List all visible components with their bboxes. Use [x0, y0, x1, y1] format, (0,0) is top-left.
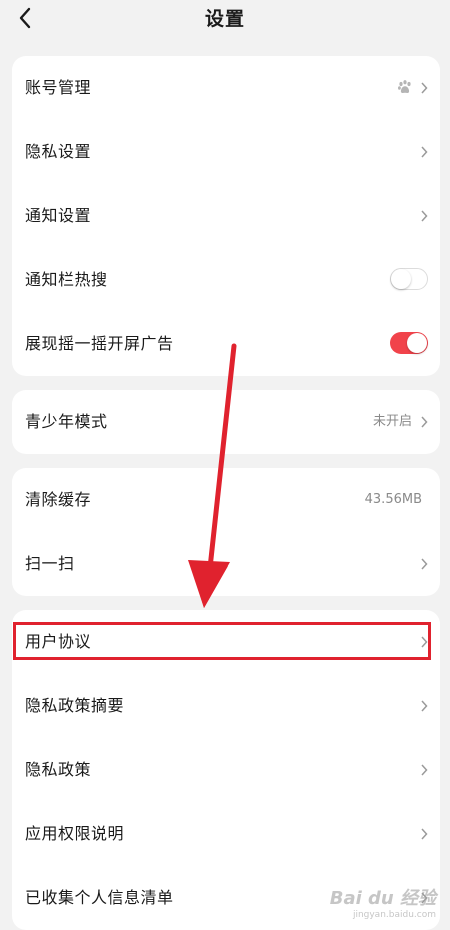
- chevron-right-icon: [421, 416, 428, 428]
- chevron-right-icon: [421, 558, 428, 570]
- row-label: 通知栏热搜: [25, 270, 108, 289]
- row-label: 展现摇一摇开屏广告: [25, 334, 174, 353]
- chevron-right-icon: [421, 828, 428, 840]
- account-management-row[interactable]: 账号管理: [12, 56, 440, 120]
- toggle-knob: [407, 333, 427, 353]
- page-title: 设置: [204, 8, 245, 30]
- row-label: 隐私设置: [25, 142, 92, 161]
- settings-group-account: 账号管理 隐私设置 通知设置 通知栏热搜 展现摇一摇开屏广告: [12, 56, 440, 376]
- hot-search-toggle[interactable]: [390, 268, 428, 290]
- row-label: 通知设置: [25, 206, 92, 225]
- chevron-right-icon: [421, 700, 428, 712]
- row-label: 账号管理: [25, 78, 92, 97]
- youth-mode-status: 未开启: [372, 414, 412, 429]
- row-label: 隐私政策: [25, 760, 92, 779]
- chevron-right-icon: [421, 764, 428, 776]
- row-label: 扫一扫: [25, 554, 75, 573]
- shake-ad-toggle[interactable]: [390, 332, 428, 354]
- privacy-policy-row[interactable]: 隐私政策: [12, 738, 440, 802]
- row-label: 清除缓存: [25, 490, 92, 509]
- annotation-arrow-icon: [188, 343, 237, 608]
- privacy-settings-row[interactable]: 隐私设置: [12, 120, 440, 184]
- chevron-right-icon: [421, 146, 428, 158]
- notification-hot-search-row: 通知栏热搜: [12, 248, 440, 312]
- row-label: 隐私政策摘要: [25, 696, 125, 715]
- baidu-paw-icon: [398, 80, 411, 93]
- row-label: 青少年模式: [25, 412, 108, 431]
- row-label: 已收集个人信息清单: [25, 888, 174, 907]
- watermark-url: jingyan.baidu.com: [352, 910, 436, 920]
- app-permissions-row[interactable]: 应用权限说明: [12, 802, 440, 866]
- user-agreement-highlight-box: [13, 622, 431, 660]
- cache-size: 43.56MB: [364, 492, 422, 507]
- chevron-right-icon: [421, 82, 428, 94]
- nav-bar: 设置: [0, 0, 450, 36]
- row-label: 应用权限说明: [25, 824, 125, 843]
- notification-settings-row[interactable]: 通知设置: [12, 184, 440, 248]
- watermark-logo: Bai du 经验: [329, 888, 436, 909]
- chevron-right-icon: [421, 210, 428, 222]
- privacy-policy-summary-row[interactable]: 隐私政策摘要: [12, 674, 440, 738]
- toggle-knob: [391, 269, 411, 289]
